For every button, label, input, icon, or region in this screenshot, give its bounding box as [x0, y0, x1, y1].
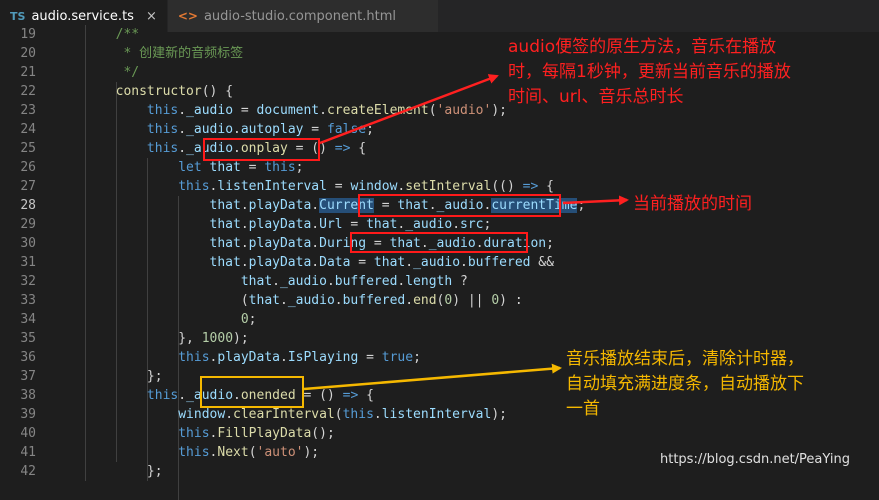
arrow-to-note2 [562, 195, 629, 206]
watermark: https://blog.csdn.net/PeaYing [660, 452, 850, 467]
annotation-note-onended: 音乐播放结束后，清除计时器， 自动填充满进度条，自动播放下 一首 [566, 349, 804, 419]
arrow-to-note3 [303, 363, 562, 391]
annotation-note-onplay: audio便签的原生方法，音乐在播放 时，每隔1秒钟，更新当前音乐的播放 时间、… [508, 37, 791, 107]
arrow-to-note1 [319, 74, 499, 145]
annotation-note-current-time: 当前播放的时间 [633, 194, 752, 214]
